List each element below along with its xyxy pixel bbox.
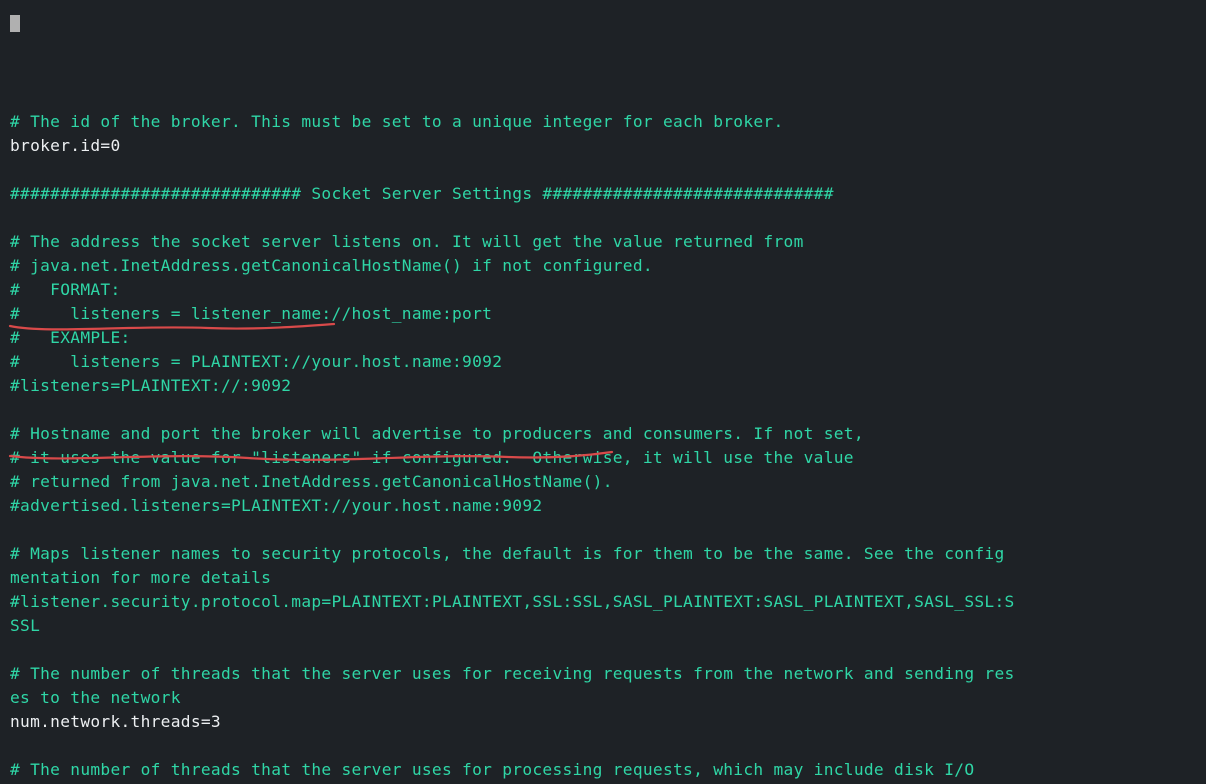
code-line: # The address the socket server listens … — [10, 232, 804, 251]
code-line: #listeners=PLAINTEXT://:9092 — [10, 376, 291, 395]
code-line: # listeners = PLAINTEXT://your.host.name… — [10, 352, 502, 371]
file-content: # The id of the broker. This must be set… — [10, 86, 1196, 784]
code-line: # returned from java.net.InetAddress.get… — [10, 472, 613, 491]
code-line: # java.net.InetAddress.getCanonicalHostN… — [10, 256, 653, 275]
code-line: broker.id=0 — [10, 136, 121, 155]
code-line: # it uses the value for "listeners" if c… — [10, 448, 854, 467]
code-line: num.network.threads=3 — [10, 712, 221, 731]
code-line: # Maps listener names to security protoc… — [10, 544, 1015, 563]
code-line: # FORMAT: — [10, 280, 121, 299]
text-cursor — [10, 15, 20, 32]
terminal-editor[interactable]: # The id of the broker. This must be set… — [0, 0, 1206, 784]
code-line: SSL — [10, 616, 40, 635]
code-line: # Hostname and port the broker will adve… — [10, 424, 864, 443]
code-line: # listeners = listener_name://host_name:… — [10, 304, 492, 323]
code-line: mentation for more details — [10, 568, 271, 587]
code-line: es to the network — [10, 688, 181, 707]
code-line: #listener.security.protocol.map=PLAINTEX… — [10, 592, 1015, 611]
code-line: # EXAMPLE: — [10, 328, 131, 347]
code-line: #advertised.listeners=PLAINTEXT://your.h… — [10, 496, 542, 515]
code-line: ############################# Socket Ser… — [10, 184, 834, 203]
code-line: # The id of the broker. This must be set… — [10, 112, 784, 131]
code-line: # The number of threads that the server … — [10, 664, 1015, 683]
code-line: # The number of threads that the server … — [10, 760, 974, 779]
